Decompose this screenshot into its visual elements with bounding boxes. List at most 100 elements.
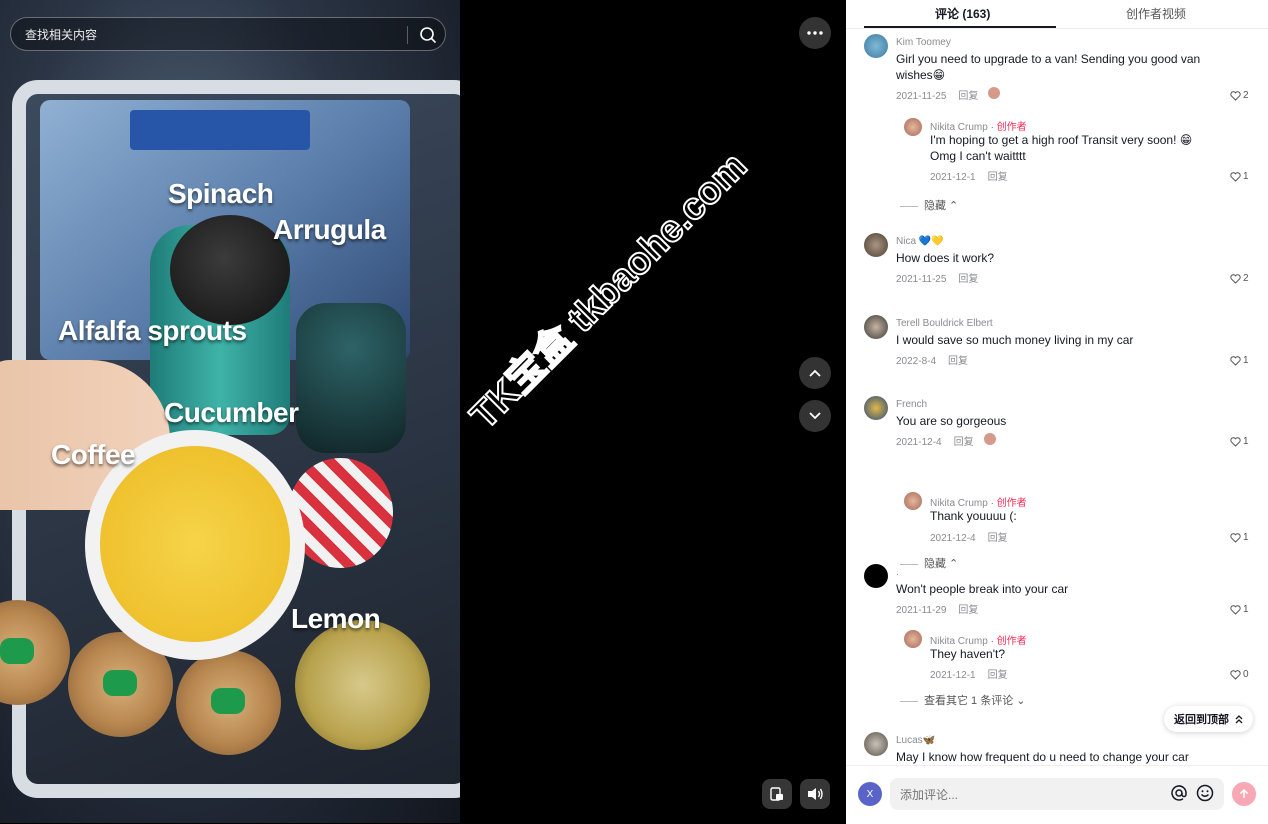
like-button[interactable]: 1: [1230, 355, 1249, 366]
watermark-text: TK宝盒 tkbaohe.com: [462, 144, 756, 438]
caption-arrugula: Arrugula: [273, 214, 386, 245]
heart-icon: [1230, 171, 1241, 182]
caption-alfalfa: Alfalfa sprouts: [58, 315, 247, 346]
comment-author[interactable]: French: [896, 399, 927, 410]
picture-in-picture-button[interactable]: [762, 779, 792, 809]
comment-text: How does it work?: [896, 251, 995, 265]
comment-author[interactable]: .: [896, 567, 899, 578]
comment-meta: 2021-11-25 回复: [896, 87, 978, 102]
comment-input-bar: X: [846, 765, 1268, 824]
hide-replies-button[interactable]: 隐藏 ⌃: [900, 197, 958, 213]
comment-author[interactable]: Lucas🦋: [896, 735, 935, 746]
pip-icon: [770, 787, 783, 801]
caption-coffee: Coffee: [51, 439, 136, 470]
reply-button[interactable]: 回复: [988, 533, 1008, 544]
reply-button[interactable]: 回复: [958, 91, 978, 102]
chevron-up-icon: [809, 369, 821, 377]
comment-text: Girl you need to upgrade to a van! Sendi…: [896, 52, 1201, 82]
like-button[interactable]: 2: [1230, 273, 1249, 284]
search-input[interactable]: [23, 18, 407, 52]
comment-meta: 2021-11-25 回复: [896, 270, 978, 285]
avatar[interactable]: [904, 630, 922, 648]
view-more-replies-button[interactable]: 查看其它 1 条评论 ⌄: [900, 692, 1026, 708]
heart-icon: [1230, 355, 1241, 366]
avatar[interactable]: [864, 564, 888, 588]
volume-icon: [808, 788, 823, 800]
reply-date: 2021-12-4: [930, 533, 976, 544]
reply-button[interactable]: 回复: [988, 670, 1008, 681]
like-count: 1: [1243, 171, 1249, 182]
reply-author[interactable]: Nikita Crump · 创作者: [930, 118, 1027, 133]
heart-icon: [1230, 669, 1241, 680]
like-button[interactable]: 0: [1230, 669, 1249, 680]
avatar[interactable]: [864, 34, 888, 58]
like-count: 2: [1243, 273, 1249, 284]
comment-date: 2021-12-4: [896, 437, 942, 448]
avatar[interactable]: [864, 396, 888, 420]
like-button[interactable]: 1: [1230, 436, 1249, 447]
comment-date: 2022-8-4: [896, 356, 937, 367]
comment-item: . Won't people break into your car 2021-…: [864, 564, 1252, 714]
reply-author[interactable]: Nikita Crump · 创作者: [930, 632, 1027, 647]
avatar[interactable]: [904, 492, 922, 510]
reply-button[interactable]: 回复: [958, 274, 978, 285]
caption-spinach: Spinach: [168, 178, 274, 209]
comment-input[interactable]: [898, 778, 1162, 812]
comment-meta: 2021-12-4 回复: [896, 433, 974, 448]
more-options-button[interactable]: [799, 17, 831, 49]
double-chevron-up-icon: [1235, 714, 1243, 723]
comment-author[interactable]: Kim Toomey: [896, 37, 951, 48]
tab-creator-videos[interactable]: 创作者视频: [1126, 5, 1186, 22]
previous-video-button[interactable]: [799, 357, 831, 389]
like-count: 2: [1243, 90, 1249, 101]
comment-text: I would save so much money living in my …: [896, 333, 1134, 347]
video-scene-cap: [170, 215, 290, 325]
like-count: 0: [1243, 669, 1249, 680]
like-button[interactable]: 2: [1230, 90, 1249, 101]
comment-text: Won't people break into your car: [896, 582, 1069, 596]
avatar[interactable]: [904, 118, 922, 136]
comment-meta: 2022-8-4 回复: [896, 352, 968, 367]
like-count: 1: [1243, 436, 1249, 447]
search-bar[interactable]: [10, 17, 446, 52]
like-button[interactable]: 1: [1230, 604, 1249, 615]
avatar[interactable]: [864, 315, 888, 339]
reply-text: They haven't?: [930, 647, 1006, 661]
comment-author[interactable]: Nica 💙💛: [896, 236, 944, 247]
back-to-top-button[interactable]: 返回到顶部: [1164, 706, 1253, 732]
reply-button[interactable]: 回复: [954, 437, 974, 448]
send-button[interactable]: [1232, 782, 1256, 806]
comment-meta: 2021-11-29 回复: [896, 601, 978, 616]
comment-list[interactable]: Kim Toomey Girl you need to upgrade to a…: [846, 30, 1268, 765]
reply-author[interactable]: Nikita Crump · 创作者: [930, 494, 1027, 509]
comment-text: May I know how frequent do u need to cha…: [896, 750, 1189, 764]
comment-date: 2021-11-29: [896, 605, 947, 616]
video-frame[interactable]: Spinach Arrugula Alfalfa sprouts Cucumbe…: [0, 0, 460, 823]
like-button[interactable]: 1: [1230, 171, 1249, 182]
like-button[interactable]: 1: [1230, 532, 1249, 543]
avatar[interactable]: [864, 732, 888, 756]
comment-panel: 评论 (163) 创作者视频 Kim Toomey Girl you need …: [846, 0, 1268, 824]
volume-button[interactable]: [800, 779, 830, 809]
reply-button[interactable]: 回复: [948, 356, 968, 367]
avatar[interactable]: [864, 233, 888, 257]
current-user-avatar: X: [858, 782, 882, 806]
comment-author[interactable]: Terell Bouldrick Elbert: [896, 318, 993, 329]
heart-icon: [1230, 90, 1241, 101]
active-tab-indicator: [864, 26, 1056, 28]
comment-item: Kim Toomey Girl you need to upgrade to a…: [864, 34, 1252, 214]
tab-comments[interactable]: 评论 (163): [935, 5, 990, 22]
comment-input-box[interactable]: [890, 778, 1224, 812]
caption-lemon: Lemon: [291, 603, 381, 634]
creator-liked-avatar: [988, 87, 1000, 99]
mention-icon[interactable]: [1170, 784, 1188, 807]
reply-text: I'm hoping to get a high roof Transit ve…: [930, 133, 1193, 163]
reply-button[interactable]: 回复: [988, 172, 1008, 183]
video-player[interactable]: Spinach Arrugula Alfalfa sprouts Cucumbe…: [0, 0, 846, 823]
comment-date: 2021-11-25: [896, 274, 947, 285]
emoji-icon[interactable]: [1196, 784, 1214, 807]
next-video-button[interactable]: [799, 400, 831, 432]
reply-button[interactable]: 回复: [958, 605, 978, 616]
search-icon[interactable]: [415, 22, 441, 48]
reply-date: 2021-12-1: [930, 172, 976, 183]
